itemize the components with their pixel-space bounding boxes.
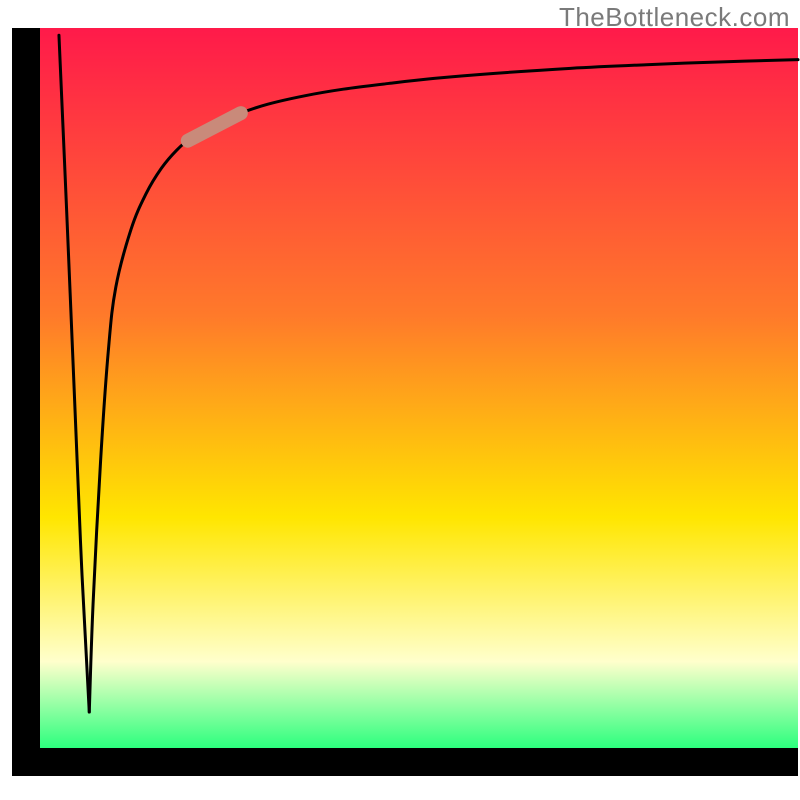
plot-area — [0, 0, 800, 800]
chart-frame: TheBottleneck.com — [0, 0, 800, 800]
x-axis — [12, 748, 798, 776]
plot-svg — [0, 0, 800, 800]
y-axis — [12, 28, 40, 754]
plot-background — [40, 28, 798, 748]
